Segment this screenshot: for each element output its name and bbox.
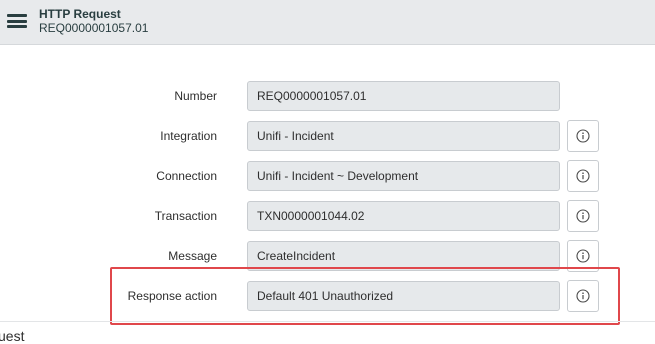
page-title: HTTP Request	[39, 7, 121, 21]
info-circle-icon	[576, 169, 590, 183]
response-action-info-button[interactable]	[567, 280, 599, 312]
record-number: REQ0000001057.01	[39, 21, 149, 35]
message-field[interactable]: CreateIncident	[247, 241, 560, 271]
info-circle-icon	[576, 209, 590, 223]
info-circle-icon	[576, 249, 590, 263]
integration-field[interactable]: Unifi - Incident	[247, 121, 560, 151]
transaction-label: Transaction	[154, 209, 217, 223]
integration-label: Integration	[160, 129, 217, 143]
message-info-button[interactable]	[567, 240, 599, 272]
response-action-label: Response action	[127, 289, 217, 303]
connection-info-button[interactable]	[567, 160, 599, 192]
response-action-field[interactable]: Default 401 Unauthorized	[247, 281, 560, 311]
hamburger-menu-icon[interactable]	[7, 14, 27, 28]
info-circle-icon	[576, 289, 590, 303]
transaction-field[interactable]: TXN0000001044.02	[247, 201, 560, 231]
section-divider	[0, 321, 655, 322]
transaction-info-button[interactable]	[567, 200, 599, 232]
section-heading-partial: uest	[0, 328, 25, 344]
message-label: Message	[168, 249, 217, 263]
number-label: Number	[174, 89, 217, 103]
info-circle-icon	[576, 129, 590, 143]
integration-info-button[interactable]	[567, 120, 599, 152]
page-header: HTTP Request REQ0000001057.01	[0, 0, 655, 45]
connection-field[interactable]: Unifi - Incident ~ Development	[247, 161, 560, 191]
connection-label: Connection	[156, 169, 217, 183]
number-field[interactable]: REQ0000001057.01	[247, 81, 560, 111]
